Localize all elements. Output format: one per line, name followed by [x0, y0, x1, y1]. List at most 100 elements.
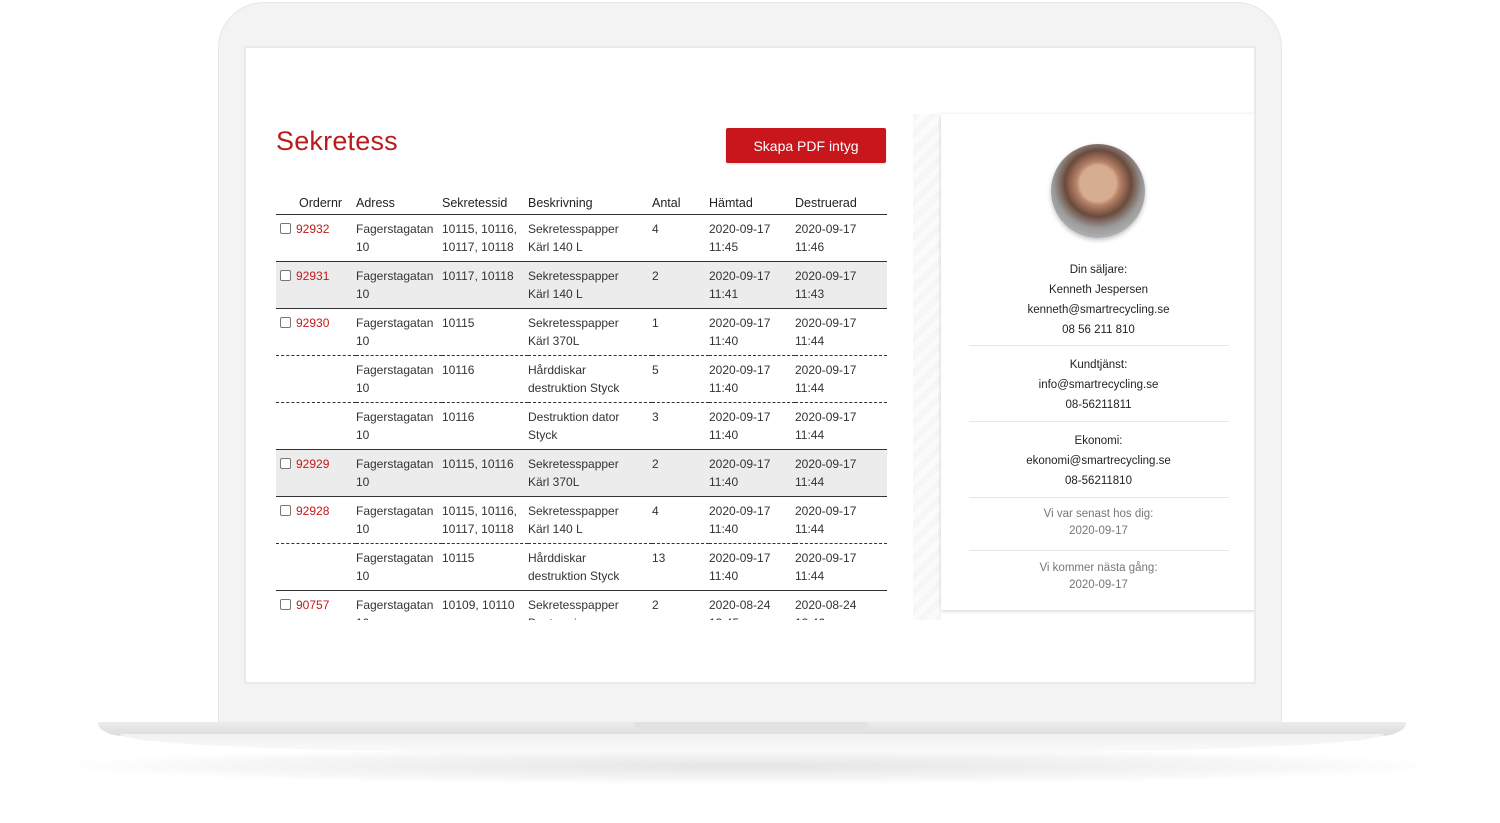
cell-ordernr: [276, 543, 356, 591]
table-row: 90757 Fagerstagatan 1010109, 10110Sekrete…: [276, 590, 887, 620]
cell-ordernr: 92928: [276, 496, 356, 544]
row-checkbox[interactable]: [280, 223, 291, 234]
page-title: Sekretess: [276, 126, 398, 156]
cell-destruerad: 2020-08-24 13:46: [795, 590, 887, 620]
contact-card: Din säljare: Kenneth Jespersen kenneth@s…: [941, 114, 1254, 610]
column-header-antal[interactable]: Antal: [652, 194, 709, 215]
support-info: Kundtjänst: info@smartrecycling.se 08-56…: [941, 355, 1254, 415]
support-email[interactable]: info@smartrecycling.se: [941, 375, 1254, 395]
row-checkbox[interactable]: [280, 458, 291, 469]
row-checkbox[interactable]: [280, 599, 291, 610]
background-strip: [913, 114, 941, 620]
seller-email[interactable]: kenneth@smartrecycling.se: [941, 300, 1254, 320]
cell-destruerad: 2020-09-17 11:44: [795, 496, 887, 544]
cell-beskrivning: Sekretesspapper Kärl 370L: [528, 449, 652, 497]
cell-antal: 2: [652, 261, 709, 309]
sekretess-panel: Sekretess Skapa PDF intyg Ordernr Adress…: [248, 114, 913, 620]
order-number-link[interactable]: 92932: [296, 222, 329, 236]
cell-destruerad: 2020-09-17 11:44: [795, 543, 887, 591]
next-visit-label: Vi kommer nästa gång:: [1039, 562, 1158, 574]
next-visit-info: Vi kommer nästa gång: 2020-09-17: [941, 560, 1254, 594]
column-header-ordernr[interactable]: Ordernr: [276, 194, 356, 215]
cell-sekretessid: 10115, 10116, 10117, 10118: [442, 214, 528, 262]
cell-hamtad: 2020-09-17 11:40: [709, 449, 795, 497]
support-heading: Kundtjänst:: [1069, 359, 1128, 371]
seller-avatar: [1051, 144, 1145, 238]
cell-antal: 3: [652, 402, 709, 450]
cell-adress: Fagerstagatan 10: [356, 261, 442, 309]
cell-antal: 4: [652, 214, 709, 262]
cell-adress: Fagerstagatan 10: [356, 308, 442, 356]
row-checkbox[interactable]: [280, 505, 291, 516]
cell-ordernr: 92931: [276, 261, 356, 309]
laptop-base-edge: [120, 734, 1384, 752]
laptop-screen: Sekretess Skapa PDF intyg Ordernr Adress…: [244, 46, 1256, 684]
cell-beskrivning: Destruktion dator Styck: [528, 402, 652, 450]
cell-ordernr: 92932: [276, 214, 356, 262]
table-row: 92929 Fagerstagatan 10 10115, 10116 Sekrete…: [276, 449, 887, 497]
order-number-link[interactable]: 92928: [296, 504, 329, 518]
row-checkbox[interactable]: [280, 270, 291, 281]
cell-sekretessid: 10115: [442, 308, 528, 356]
cell-sekretessid: 10109, 10110: [442, 590, 528, 620]
seller-heading: Din säljare:: [1069, 264, 1128, 276]
economy-phone[interactable]: 08-56211810: [941, 471, 1254, 491]
cell-beskrivning: Sekretesspapper Destruering: [528, 590, 652, 620]
table-row: 92931 Fagerstagatan 10 10117, 10118 Sekrete…: [276, 261, 887, 309]
table-header-row: Ordernr Adress Sekretessid Beskrivning A…: [276, 194, 887, 215]
column-header-sekretessid[interactable]: Sekretessid: [442, 194, 528, 215]
laptop-notch: [634, 722, 868, 732]
cell-antal: 4: [652, 496, 709, 544]
orders-table: Ordernr Adress Sekretessid Beskrivning A…: [276, 194, 887, 620]
cell-destruerad: 2020-09-17 11:44: [795, 449, 887, 497]
orders-table-body: 92932 Fagerstagatan 10 10115, 10116, 10117…: [276, 214, 887, 620]
last-visit-label: Vi var senast hos dig:: [1043, 508, 1154, 520]
order-number-link[interactable]: 90757: [296, 598, 329, 612]
cell-antal: 5: [652, 355, 709, 403]
order-number-link[interactable]: 92930: [296, 316, 329, 330]
column-header-destruerad[interactable]: Destruerad: [795, 194, 887, 215]
cell-hamtad: 2020-08-24 13:45: [709, 590, 795, 620]
cell-beskrivning: Sekretesspapper Kärl 140 L: [528, 214, 652, 262]
table-row: Fagerstagatan 10 10115 Hårddiskar destrukt…: [276, 543, 887, 591]
cell-hamtad: 2020-09-17 11:40: [709, 496, 795, 544]
cell-adress: Fagerstagatan 10: [356, 496, 442, 544]
cell-hamtad: 2020-09-17 11:41: [709, 261, 795, 309]
economy-heading: Ekonomi:: [1074, 435, 1123, 447]
cell-sekretessid: 10115: [442, 543, 528, 591]
cell-hamtad: 2020-09-17 11:45: [709, 214, 795, 262]
economy-email[interactable]: ekonomi@smartrecycling.se: [941, 451, 1254, 471]
column-header-beskrivning[interactable]: Beskrivning: [528, 194, 652, 215]
cell-ordernr: 92930: [276, 308, 356, 356]
cell-ordernr: [276, 402, 356, 450]
cell-adress: Fagerstagatan 10: [356, 543, 442, 591]
cell-adress: Fagerstagatan 10: [356, 355, 442, 403]
cell-antal: 2: [652, 590, 709, 620]
cell-sekretessid: 10115, 10116, 10117, 10118: [442, 496, 528, 544]
order-number-link[interactable]: 92931: [296, 269, 329, 283]
last-visit-date: 2020-09-17: [1069, 525, 1128, 537]
create-pdf-button[interactable]: Skapa PDF intyg: [726, 128, 886, 163]
column-header-hamtad[interactable]: Hämtad: [709, 194, 795, 215]
orders-table-container: Ordernr Adress Sekretessid Beskrivning A…: [276, 194, 887, 620]
divider: [969, 421, 1229, 422]
economy-info: Ekonomi: ekonomi@smartrecycling.se 08-56…: [941, 431, 1254, 491]
cell-sekretessid: 10116: [442, 402, 528, 450]
order-number-link[interactable]: 92929: [296, 457, 329, 471]
column-header-adress[interactable]: Adress: [356, 194, 442, 215]
divider: [969, 345, 1229, 346]
cell-hamtad: 2020-09-17 11:40: [709, 308, 795, 356]
last-visit-info: Vi var senast hos dig: 2020-09-17: [941, 506, 1254, 540]
cell-antal: 1: [652, 308, 709, 356]
row-checkbox[interactable]: [280, 317, 291, 328]
cell-hamtad: 2020-09-17 11:40: [709, 402, 795, 450]
cell-destruerad: 2020-09-17 11:44: [795, 355, 887, 403]
support-phone[interactable]: 08-56211811: [941, 395, 1254, 415]
seller-phone[interactable]: 08 56 211 810: [941, 320, 1254, 340]
cell-destruerad: 2020-09-17 11:43: [795, 261, 887, 309]
divider: [969, 497, 1229, 498]
cell-ordernr: [276, 355, 356, 403]
next-visit-date: 2020-09-17: [1069, 579, 1128, 591]
table-row: Fagerstagatan 10 10116 Destruktion dator S…: [276, 402, 887, 450]
cell-sekretessid: 10117, 10118: [442, 261, 528, 309]
